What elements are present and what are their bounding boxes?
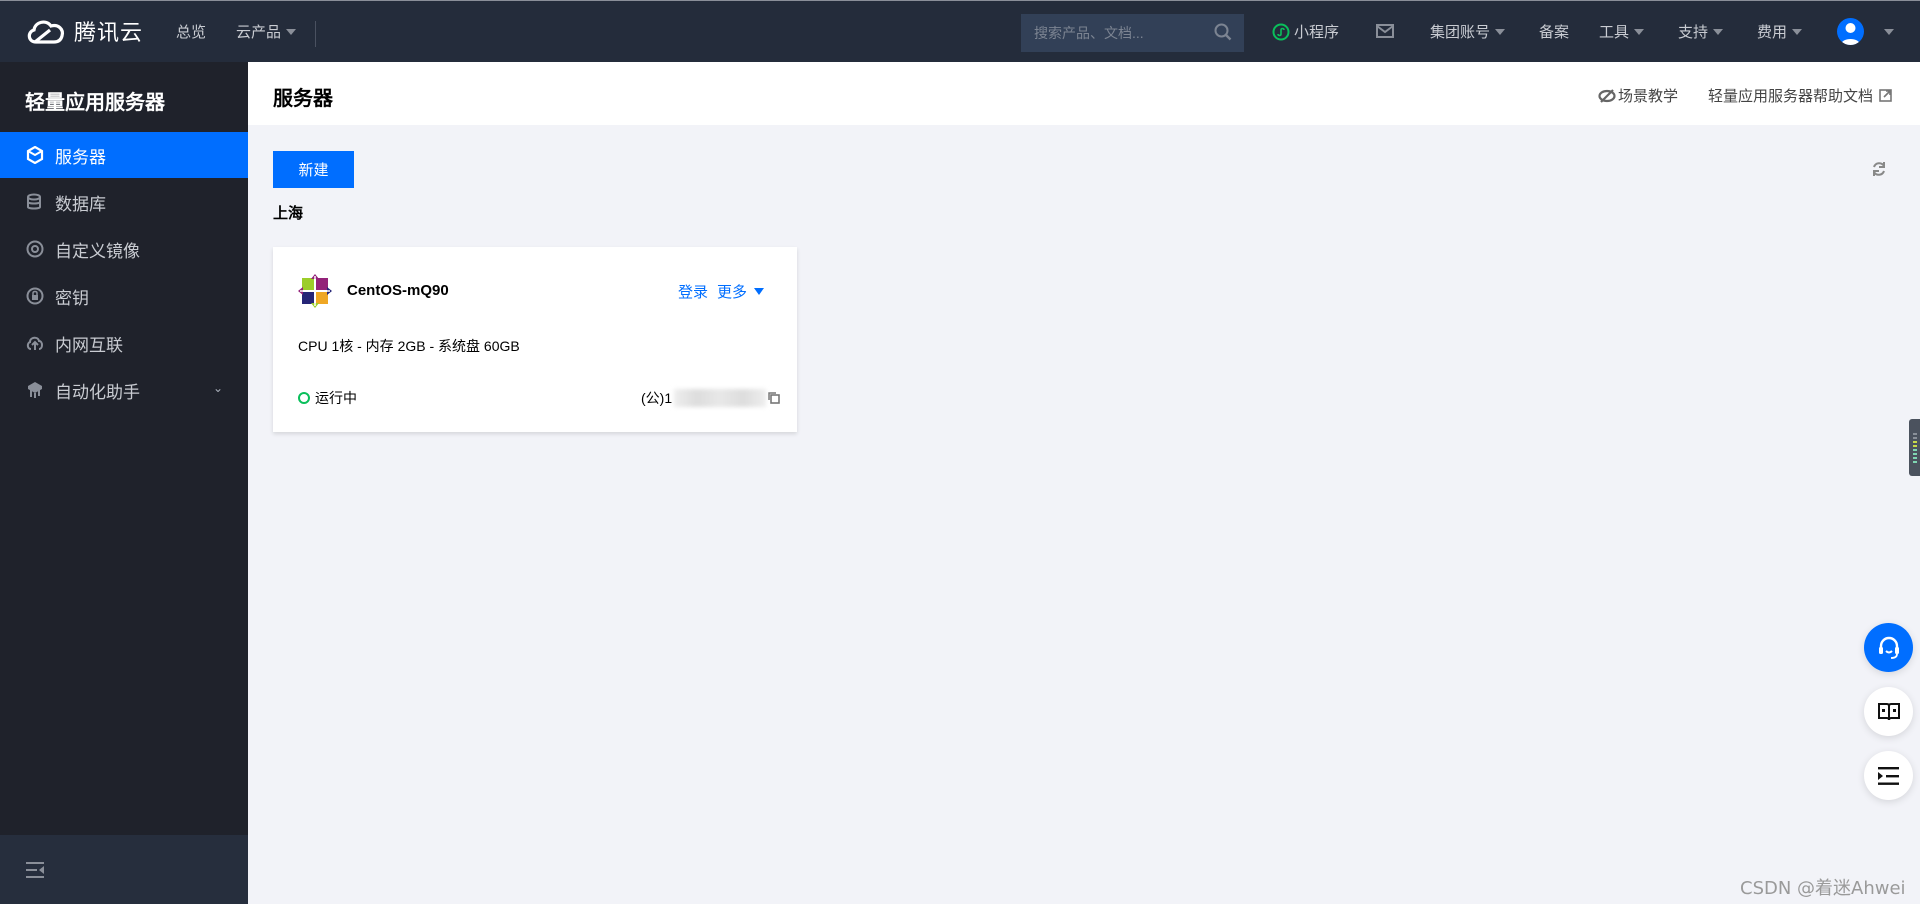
instance-ip: (公)1 — [641, 388, 780, 408]
sidebar-item-label: 服务器 — [55, 147, 106, 167]
collapse-sidebar-icon[interactable] — [26, 862, 45, 883]
nav-group-account-label: 集团账号 — [1430, 24, 1491, 41]
user-avatar[interactable] — [1837, 18, 1864, 45]
chevron-down-icon — [1792, 28, 1803, 35]
nav-miniprogram[interactable]: 小程序 — [1272, 21, 1339, 42]
sidebar-footer — [0, 835, 248, 904]
copy-icon[interactable] — [768, 392, 780, 404]
nav-overview[interactable]: 总览 — [176, 21, 206, 42]
sidebar: 轻量应用服务器 服务器 数据库 自定义镜像 密钥 内网互联 自动化助手 ⌄ — [0, 62, 248, 904]
watermark: CSDN @着迷Ahwei — [1740, 878, 1906, 899]
sidebar-item-automation[interactable]: 自动化助手 ⌄ — [0, 367, 248, 413]
nav-support-label: 支持 — [1678, 24, 1709, 41]
scene-tutorial-link[interactable]: 场景教学 — [1598, 85, 1678, 106]
search-icon[interactable] — [1214, 23, 1232, 45]
key-icon — [25, 286, 45, 306]
sidebar-item-key[interactable]: 密钥 — [0, 273, 248, 319]
nav-miniprogram-label: 小程序 — [1294, 24, 1340, 41]
page-header: 服务器 场景教学 轻量应用服务器帮助文档 — [248, 62, 1920, 125]
sidebar-item-label: 自定义镜像 — [55, 241, 140, 261]
sidebar-item-label: 密钥 — [55, 288, 89, 308]
ip-redacted — [674, 389, 767, 407]
nav-tools[interactable]: 工具 — [1599, 21, 1645, 42]
nav-filing-label: 备案 — [1539, 24, 1570, 41]
image-icon — [25, 239, 45, 259]
chevron-down-icon — [1713, 28, 1724, 35]
centos-logo-icon — [298, 274, 332, 308]
external-link-icon — [1879, 89, 1892, 102]
chevron-down-icon[interactable] — [754, 288, 764, 295]
cloud-logo-icon — [27, 20, 64, 44]
user-icon — [1841, 23, 1860, 45]
nav-billing-label: 费用 — [1757, 24, 1788, 41]
mail-icon — [1376, 24, 1394, 38]
nav-filing[interactable]: 备案 — [1539, 21, 1569, 42]
miniprogram-icon — [1272, 23, 1290, 40]
docs-button[interactable] — [1864, 687, 1913, 736]
instance-name[interactable]: CentOS-mQ90 — [347, 282, 449, 299]
top-nav: 腾讯云 总览 云产品 小程序 集团账号 备案 工具 支持 费用 — [0, 0, 1920, 62]
nav-support[interactable]: 支持 — [1678, 21, 1724, 42]
logo-text: 腾讯云 — [74, 20, 144, 45]
sidebar-item-custom-image[interactable]: 自定义镜像 — [0, 226, 248, 272]
nav-mail[interactable] — [1376, 24, 1394, 38]
chevron-down-icon: ⌄ — [212, 381, 223, 395]
page-title: 服务器 — [273, 88, 333, 110]
headset-icon — [1878, 636, 1899, 659]
help-docs-link[interactable]: 轻量应用服务器帮助文档 — [1708, 85, 1892, 106]
database-icon — [25, 192, 45, 212]
sidebar-title: 轻量应用服务器 — [25, 92, 165, 114]
instance-spec: CPU 1核 - 内存 2GB - 系统盘 60GB — [298, 338, 520, 354]
login-link[interactable]: 登录 — [678, 281, 708, 302]
nav-overview-label: 总览 — [176, 24, 207, 41]
network-icon — [25, 333, 45, 353]
status-badge: 运行中 — [298, 388, 357, 408]
sidebar-item-label: 数据库 — [55, 194, 106, 214]
chevron-down-icon — [1495, 28, 1506, 35]
server-icon — [25, 145, 45, 165]
refresh-icon[interactable] — [1870, 160, 1888, 183]
nav-products[interactable]: 云产品 — [236, 21, 297, 42]
nav-tools-label: 工具 — [1599, 24, 1630, 41]
automation-icon — [25, 380, 45, 400]
outline-button[interactable] — [1864, 751, 1913, 800]
scene-tutorial-label: 场景教学 — [1617, 88, 1678, 105]
sidebar-item-database[interactable]: 数据库 — [0, 179, 248, 225]
nav-billing[interactable]: 费用 — [1757, 21, 1803, 42]
status-text: 运行中 — [315, 390, 357, 406]
search-input[interactable] — [1034, 25, 1204, 41]
side-drawer-handle[interactable] — [1909, 419, 1920, 476]
status-running-icon — [298, 392, 310, 404]
nav-products-label: 云产品 — [236, 24, 282, 41]
tencent-cloud-logo[interactable]: 腾讯云 — [24, 15, 143, 47]
scene-icon — [1598, 88, 1616, 103]
sidebar-item-label: 内网互联 — [55, 335, 123, 355]
new-instance-button[interactable]: 新建 — [273, 151, 354, 188]
sidebar-item-server[interactable]: 服务器 — [0, 132, 248, 178]
book-icon — [1877, 702, 1900, 720]
instance-actions: 登录 更多 — [678, 281, 764, 302]
nav-divider — [315, 21, 316, 47]
region-label: 上海 — [273, 205, 304, 222]
more-dropdown[interactable]: 更多 — [717, 281, 747, 302]
search-box[interactable] — [1021, 14, 1244, 52]
header-links: 场景教学 轻量应用服务器帮助文档 — [1598, 85, 1892, 106]
customer-service-button[interactable] — [1864, 623, 1913, 672]
user-menu-caret-icon[interactable] — [1884, 29, 1894, 35]
ip-text: (公)1 — [641, 390, 673, 406]
chevron-down-icon — [286, 28, 297, 35]
instance-card[interactable]: CentOS-mQ90 登录 更多 CPU 1核 - 内存 2GB - 系统盘 … — [273, 247, 797, 432]
nav-group-account[interactable]: 集团账号 — [1430, 21, 1506, 42]
chevron-down-icon — [1634, 28, 1645, 35]
sidebar-item-network[interactable]: 内网互联 — [0, 320, 248, 366]
help-docs-label: 轻量应用服务器帮助文档 — [1707, 88, 1873, 105]
sidebar-item-label: 自动化助手 — [55, 382, 140, 402]
list-indent-icon — [1877, 766, 1899, 785]
